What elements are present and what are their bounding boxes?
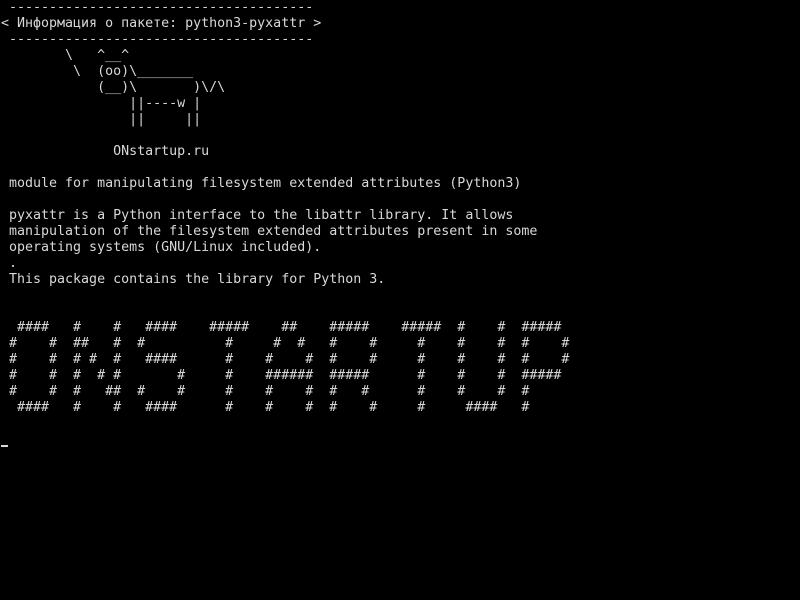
banner-line: # # # # # #### # # # # # # # # # # [1,352,570,367]
description-line: manipulation of the filesystem extended … [1,224,538,239]
description-line: . [1,256,18,271]
description-line: pyxattr is a Python interface to the lib… [1,208,514,223]
terminal-screen[interactable]: -------------------------------------- <… [0,0,800,600]
cow-line: ||----w | [1,96,202,111]
banner-line: #### # # #### ##### ## ##### ##### # # #… [1,320,562,335]
cowsay-bottom-border: -------------------------------------- [1,32,314,47]
package-summary: module for manipulating filesystem exten… [1,176,522,191]
site-name: ONstartup.ru [1,144,210,159]
description-line: operating systems (GNU/Linux included). [1,240,322,255]
cowsay-message: < Информация о пакете: python3-pyxattr > [1,16,322,31]
cow-line: (__)\ )\/\ [1,80,226,95]
cow-line: \ (oo)\_______ [1,64,194,79]
cow-line: || || [1,112,202,127]
banner-line: # # # # # # # ###### ##### # # # ##### [1,368,562,383]
banner-line: # # ## # # # # # # # # # # # # [1,336,570,351]
banner-line: # # # ## # # # # # # # # # # # [1,384,530,399]
description-line: This package contains the library for Py… [1,272,386,287]
banner-line: #### # # #### # # # # # # #### # [1,400,530,415]
text-cursor [1,445,8,447]
cow-line: \ ^__^ [1,48,130,63]
cowsay-top-border: -------------------------------------- [1,0,314,15]
